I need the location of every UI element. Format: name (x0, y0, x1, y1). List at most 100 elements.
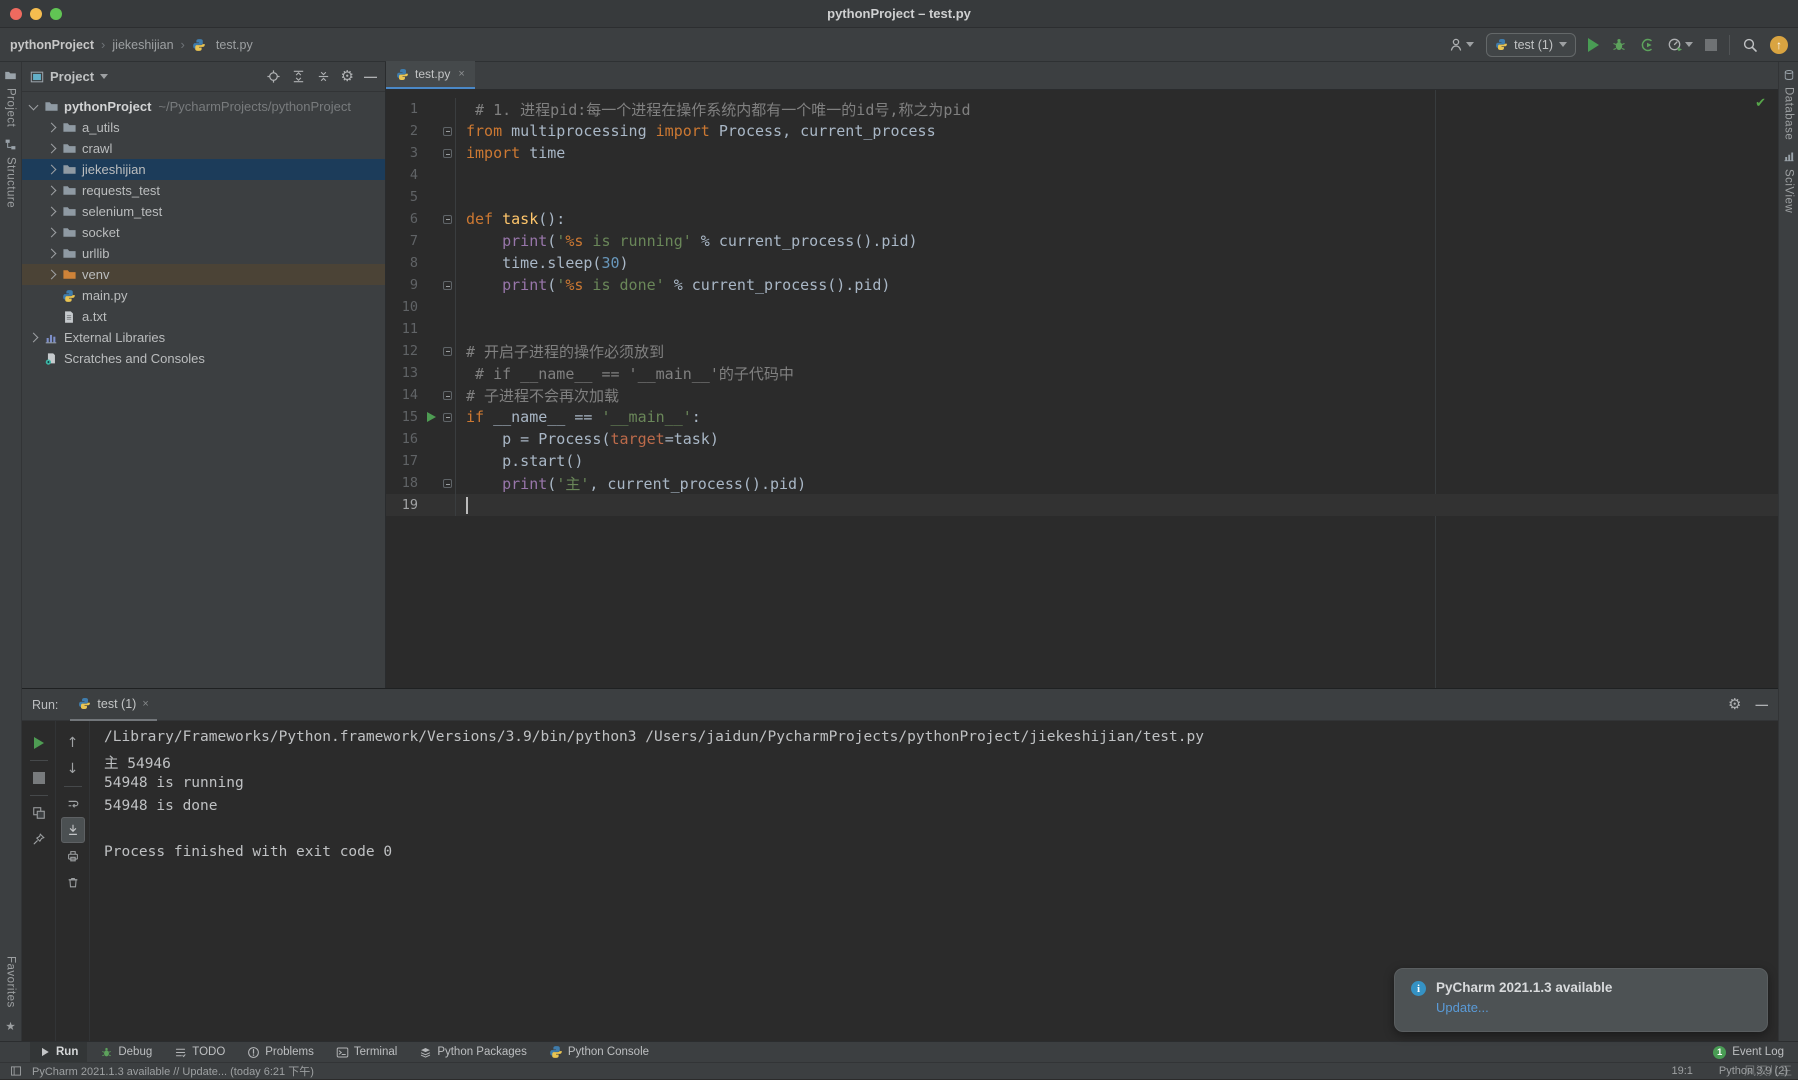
debug-button[interactable] (1611, 37, 1627, 53)
soft-wrap-button[interactable] (61, 791, 85, 817)
tree-row-a-txt[interactable]: a.txt (22, 306, 385, 327)
code-line-14[interactable]: 14 # 子进程不会再次加载 (386, 384, 1778, 406)
code-line-9[interactable]: 9 print('%s is done' % current_process()… (386, 274, 1778, 296)
hide-run-panel-button[interactable]: — (1756, 698, 1769, 712)
tree-row-venv[interactable]: venv (22, 264, 385, 285)
code-line-4[interactable]: 4 (386, 164, 1778, 186)
caret-position[interactable]: 19:1 (1671, 1065, 1692, 1077)
tool-stripe-project[interactable]: Project (5, 88, 17, 127)
tree-row-external-libraries[interactable]: External Libraries (22, 327, 385, 348)
gear-icon[interactable]: ⚙ (341, 69, 354, 84)
chevron-down-icon[interactable] (28, 100, 39, 110)
tree-row-socket[interactable]: socket (22, 222, 385, 243)
fold-marker-icon[interactable] (443, 148, 452, 158)
update-link[interactable]: Update... (1436, 1000, 1612, 1015)
breadcrumb-file[interactable]: test.py (216, 38, 253, 52)
project-panel-title[interactable]: Project (50, 69, 94, 84)
chevron-right-icon[interactable] (28, 332, 39, 343)
breadcrumb-folder[interactable]: jiekeshijian (112, 38, 173, 52)
expand-all-icon[interactable] (291, 69, 306, 84)
run-button[interactable] (1588, 37, 1599, 52)
fold-marker-icon[interactable] (443, 346, 452, 356)
code-line-5[interactable]: 5 (386, 186, 1778, 208)
code-with-me-button[interactable] (1448, 37, 1475, 53)
code-line-6[interactable]: 6 def task(): (386, 208, 1778, 230)
tree-row-main-py[interactable]: main.py (22, 285, 385, 306)
clear-all-button[interactable] (61, 869, 85, 895)
status-message[interactable]: PyCharm 2021.1.3 available // Update... … (32, 1063, 314, 1079)
toolwindow-button-python-console[interactable]: Python Console (540, 1042, 658, 1063)
tree-row-selenium-test[interactable]: selenium_test (22, 201, 385, 222)
toolwindow-button-python-packages[interactable]: Python Packages (410, 1042, 536, 1063)
toolwindow-button-todo[interactable]: TODO (165, 1042, 234, 1063)
chevron-right-icon[interactable] (46, 185, 57, 196)
code-line-15[interactable]: 15 if __name__ == '__main__': (386, 406, 1778, 428)
code-editor[interactable]: ✔ 1 # 1. 进程pid:每一个进程在操作系统内都有一个唯一的id号,称之为… (386, 90, 1778, 688)
restore-layout-button[interactable] (27, 800, 51, 826)
profiler-button[interactable] (1667, 37, 1693, 53)
tree-row-scratches-and-consoles[interactable]: Scratches and Consoles (22, 348, 385, 369)
fold-marker-icon[interactable] (443, 280, 452, 290)
event-log-button[interactable]: Event Log (1732, 1046, 1784, 1058)
run-with-coverage-button[interactable] (1639, 37, 1655, 53)
tree-row-jiekeshijian[interactable]: jiekeshijian (22, 159, 385, 180)
chevron-right-icon[interactable] (46, 122, 57, 133)
tree-row-crawl[interactable]: crawl (22, 138, 385, 159)
code-line-19[interactable]: 19 (386, 494, 1778, 516)
gear-icon[interactable]: ⚙ (1728, 697, 1741, 712)
code-line-7[interactable]: 7 print('%s is running' % current_proces… (386, 230, 1778, 252)
print-button[interactable] (61, 843, 85, 869)
tree-row-urllib[interactable]: urllib (22, 243, 385, 264)
fold-marker-icon[interactable] (443, 412, 452, 422)
code-line-8[interactable]: 8 time.sleep(30) (386, 252, 1778, 274)
tree-row-requests-test[interactable]: requests_test (22, 180, 385, 201)
chevron-right-icon[interactable] (46, 269, 57, 280)
down-stack-trace-button[interactable]: ↓ (61, 756, 85, 782)
breadcrumb-project[interactable]: pythonProject (10, 38, 94, 52)
toolwindow-button-terminal[interactable]: Terminal (327, 1042, 406, 1063)
chevron-right-icon[interactable] (46, 164, 57, 175)
locate-file-icon[interactable] (266, 69, 281, 84)
fold-marker-icon[interactable] (443, 214, 452, 224)
collapse-all-icon[interactable] (316, 69, 331, 84)
tree-row-pythonproject[interactable]: pythonProject ~/PycharmProjects/pythonPro… (22, 96, 385, 117)
tool-stripe-structure[interactable]: Structure (5, 157, 17, 208)
run-line-icon[interactable] (426, 412, 436, 422)
star-icon[interactable]: ★ (5, 1019, 15, 1033)
stop-button[interactable] (1705, 38, 1717, 51)
run-tab-test-1[interactable]: test (1) × (70, 689, 157, 721)
code-line-12[interactable]: 12 # 开启子进程的操作必须放到 (386, 340, 1778, 362)
chevron-right-icon[interactable] (46, 206, 57, 217)
search-everywhere-button[interactable] (1742, 37, 1758, 53)
tool-stripe-database[interactable]: Database (1783, 87, 1795, 140)
hide-panel-button[interactable]: — (364, 69, 377, 84)
tree-row-a-utils[interactable]: a_utils (22, 117, 385, 138)
run-configuration-select[interactable]: test (1) (1486, 32, 1576, 57)
tool-stripe-favorites[interactable]: Favorites (5, 956, 17, 1008)
toolwindow-button-run[interactable]: Run (30, 1041, 88, 1063)
fold-marker-icon[interactable] (443, 390, 452, 400)
code-line-11[interactable]: 11 (386, 318, 1778, 340)
chevron-right-icon[interactable] (46, 227, 57, 238)
fold-marker-icon[interactable] (443, 478, 452, 488)
close-run-tab-icon[interactable]: × (142, 698, 148, 710)
scroll-to-end-button[interactable] (60, 817, 85, 843)
chevron-right-icon[interactable] (46, 143, 57, 154)
tool-stripe-sciview[interactable]: SciView (1783, 169, 1795, 213)
update-badge-icon[interactable]: ↑ (1770, 35, 1788, 54)
rerun-button[interactable] (27, 730, 51, 756)
code-line-17[interactable]: 17 p.start() (386, 450, 1778, 472)
code-line-2[interactable]: 2 from multiprocessing import Process, cu… (386, 120, 1778, 142)
fold-marker-icon[interactable] (443, 126, 452, 136)
stop-process-button[interactable] (27, 765, 51, 791)
code-line-16[interactable]: 16 p = Process(target=task) (386, 428, 1778, 450)
code-line-13[interactable]: 13 # if __name__ == '__main__'的子代码中 (386, 362, 1778, 384)
code-line-10[interactable]: 10 (386, 296, 1778, 318)
chevron-down-icon[interactable] (100, 74, 109, 79)
tab-test-py[interactable]: test.py × (386, 61, 475, 89)
pin-tab-button[interactable] (27, 826, 51, 852)
toolwindow-toggle-icon[interactable] (10, 1065, 22, 1077)
close-tab-icon[interactable]: × (458, 68, 464, 80)
up-stack-trace-button[interactable]: ↑ (61, 730, 85, 756)
chevron-right-icon[interactable] (46, 248, 57, 259)
